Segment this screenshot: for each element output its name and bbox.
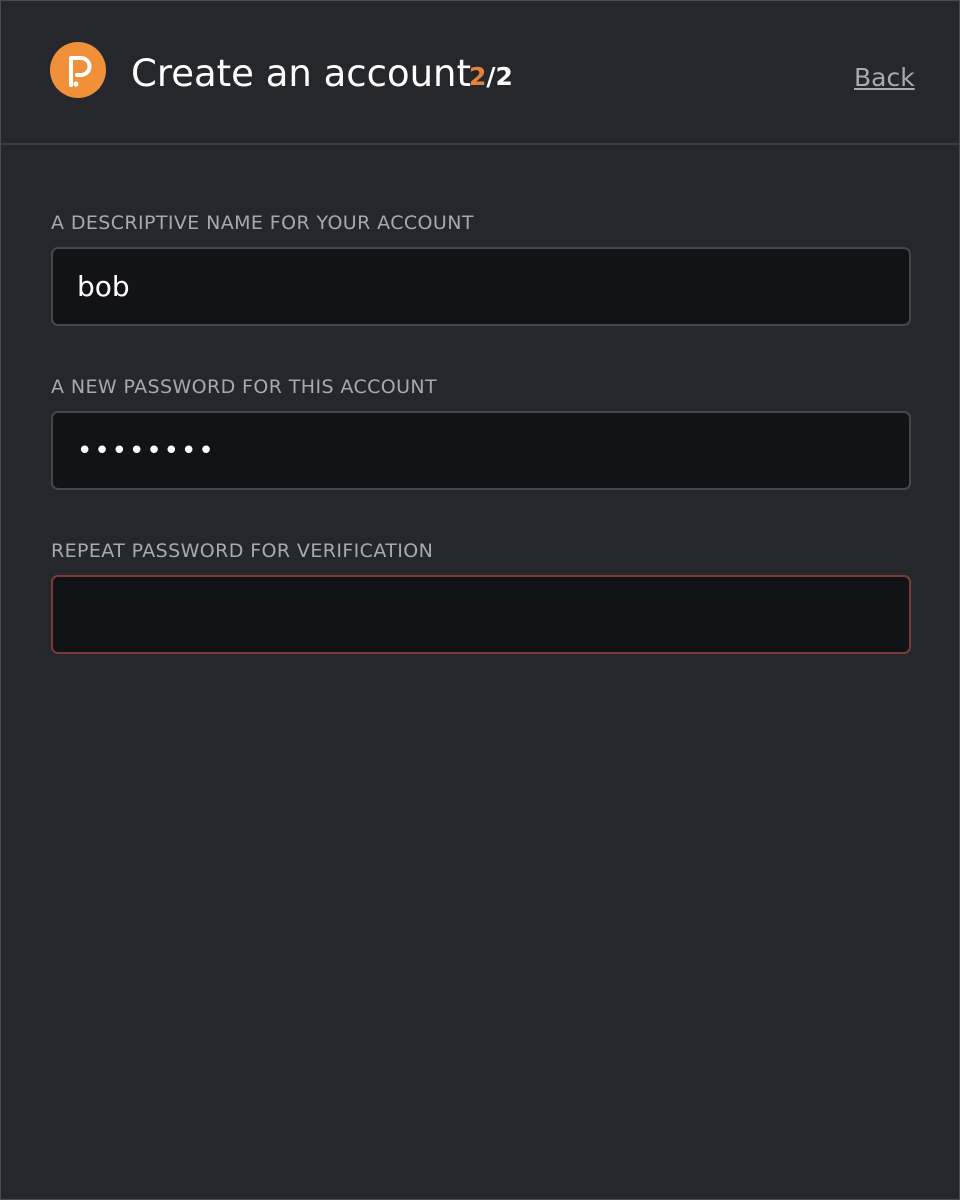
header: Create an account 2/2 Back	[1, 1, 959, 145]
repeat-password-input[interactable]	[53, 577, 909, 652]
account-name-input[interactable]	[53, 249, 909, 324]
password-label: A NEW PASSWORD FOR THIS ACCOUNT	[51, 376, 438, 398]
repeat-password-field	[51, 575, 911, 654]
step-current: 2	[469, 62, 487, 91]
password-input[interactable]	[53, 413, 909, 488]
back-link[interactable]: Back	[854, 60, 915, 96]
step-indicator: 2/2	[469, 59, 513, 95]
step-total: /2	[486, 62, 513, 91]
polkadot-logo-icon	[50, 42, 106, 98]
page-title: Create an account	[131, 52, 471, 95]
password-field	[51, 411, 911, 490]
account-name-label: A DESCRIPTIVE NAME FOR YOUR ACCOUNT	[51, 212, 474, 234]
extension-window: Create an account 2/2 Back A DESCRIPTIVE…	[0, 0, 960, 1200]
account-name-field	[51, 247, 911, 326]
repeat-password-label: REPEAT PASSWORD FOR VERIFICATION	[51, 540, 434, 562]
